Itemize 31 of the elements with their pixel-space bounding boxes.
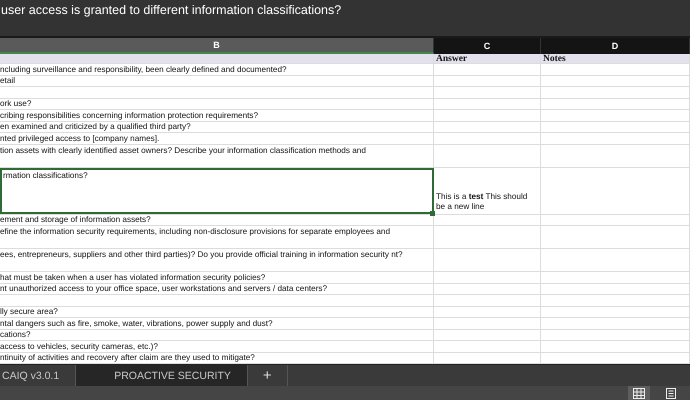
column-header[interactable]: B <box>0 38 434 54</box>
selected-cell[interactable]: rmation classifications? <box>0 168 434 214</box>
table-cell: ees, entrepreneurs, suppliers and other third parties)? Do you provide official training in information security nt? <box>0 249 434 271</box>
view-button[interactable] <box>628 386 650 400</box>
table-cell: This is a test This should be a new line <box>434 168 541 214</box>
table-cell: cribing responsibilities concerning information protection requirements? <box>0 110 434 120</box>
table-cell: ement and storage of information assets? <box>0 214 434 225</box>
column-header[interactable]: C <box>434 38 541 54</box>
sheet-tab[interactable]: CAIQ v3.0.1 <box>0 365 76 386</box>
formula-text: user access is granted to different information classifications? <box>0 2 342 17</box>
table-cell: tion assets with clearly identified asset owners? Describe your information classification methods and <box>0 144 434 166</box>
column-title: Answer <box>434 54 541 64</box>
table-cell: ntinuity of activities and recovery after claim are they used to mitigate? <box>0 352 434 363</box>
fill-handle[interactable] <box>430 210 435 216</box>
column-title: Notes <box>541 54 690 64</box>
table-cell: etail <box>0 76 434 86</box>
table-cell: lly secure area? <box>0 306 434 317</box>
table-cell: efine the information security requirements, including non-disclosure provisions for separate employees and <box>0 226 434 248</box>
column-header[interactable]: D <box>541 38 690 54</box>
table-cell: nted privileged access to [company names]. <box>0 133 434 144</box>
table-cell: ncluding surveillance and responsibility, been clearly defined and documented? <box>0 64 434 74</box>
grid-icon <box>633 388 645 398</box>
table-cell: en examined and criticized by a qualified third party? <box>0 122 434 132</box>
table-cell: hat must be taken when a user has violated information security policies? <box>0 272 434 282</box>
table-cell: ork use? <box>0 98 434 109</box>
table-cell: ntal dangers such as fire, smoke, water, vibrations, power supply and dust? <box>0 318 434 328</box>
sheet-tab[interactable]: PROACTIVE SECURITY <box>76 365 248 386</box>
table-cell: access to vehicles, security cameras, etc.)? <box>0 341 434 352</box>
table-cell: nt unauthorized access to your office space, user workstations and servers / data centers? <box>0 284 434 294</box>
page-icon <box>665 388 677 398</box>
table-cell: cations? <box>0 330 434 340</box>
